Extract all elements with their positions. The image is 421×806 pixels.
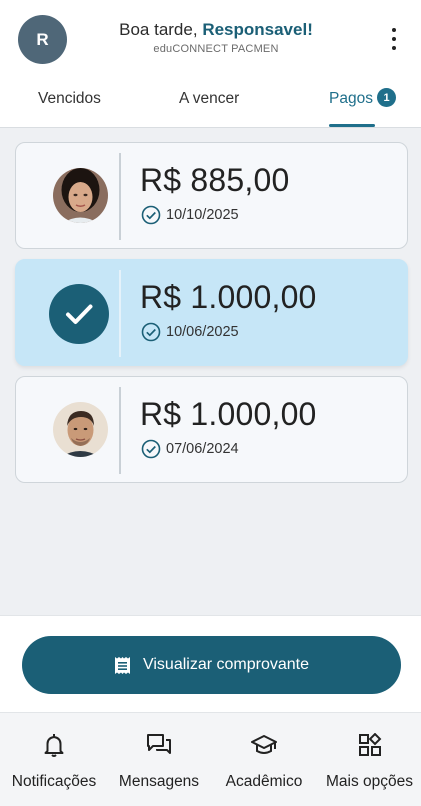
tab-badge: 1 — [377, 88, 396, 107]
action-panel: Visualizar comprovante — [0, 615, 421, 712]
nav-notificacoes[interactable]: Notificações — [0, 713, 108, 806]
app-subtitle: eduCONNECT PACMEN — [153, 43, 279, 55]
card-divider — [119, 270, 121, 357]
avatar[interactable]: R — [18, 15, 67, 64]
tab-vencidos[interactable]: Vencidos — [38, 90, 101, 108]
payment-card[interactable]: R$ 1.000,00 07/06/2024 — [15, 376, 408, 483]
nav-mensagens[interactable]: Mensagens — [108, 713, 210, 806]
card-divider — [119, 153, 121, 240]
nav-mais-opcoes[interactable]: Mais opções — [318, 713, 421, 806]
view-receipt-label: Visualizar comprovante — [142, 656, 309, 673]
student-avatar-photo — [53, 168, 108, 223]
tab-bar: Vencidos A vencer Pagos — [0, 76, 421, 128]
payment-date-row: 10/10/2025 — [141, 205, 239, 225]
nav-academico[interactable]: Acadêmico — [213, 713, 315, 806]
payment-date: 10/06/2025 — [166, 324, 239, 340]
more-vert-icon[interactable] — [386, 28, 402, 50]
nav-label: Notificações — [11, 773, 97, 790]
payment-amount: R$ 1.000,00 — [140, 279, 317, 315]
nav-label: Mensagens — [118, 773, 200, 790]
grid-icon — [358, 733, 381, 756]
tab-active-indicator — [329, 124, 375, 127]
tab-a-vencer[interactable]: A vencer — [179, 90, 239, 108]
greeting-text: Boa tarde, — [119, 20, 198, 39]
payment-amount: R$ 885,00 — [140, 162, 290, 198]
user-name: Responsavel! — [202, 20, 313, 39]
receipt-icon — [114, 656, 130, 674]
graduation-cap-icon — [251, 735, 277, 754]
check-circle-icon — [141, 205, 161, 225]
payment-date: 10/10/2025 — [166, 207, 239, 223]
nav-label: Acadêmico — [225, 773, 303, 790]
app-header: R Boa tarde, Responsavel! eduCONNECT PAC… — [0, 0, 421, 76]
chat-icon — [147, 734, 171, 754]
payment-date-row: 10/06/2025 — [141, 322, 239, 342]
check-circle-icon — [141, 439, 161, 459]
payment-date: 07/06/2024 — [166, 441, 239, 457]
bell-icon — [44, 734, 64, 757]
card-divider — [119, 387, 121, 474]
greeting: Boa tarde, Responsavel! — [100, 20, 332, 40]
view-receipt-button[interactable]: Visualizar comprovante — [22, 636, 401, 694]
payment-card[interactable]: R$ 885,00 10/10/2025 — [15, 142, 408, 249]
student-avatar-photo — [53, 402, 108, 457]
tab-pagos[interactable]: Pagos — [329, 90, 373, 108]
check-circle-icon — [141, 322, 161, 342]
payment-date-row: 07/06/2024 — [141, 439, 239, 459]
selected-check-icon — [49, 284, 109, 344]
payment-card[interactable]: R$ 1.000,00 10/06/2025 — [15, 259, 408, 366]
bottom-navigation: Notificações Mensagens Acadêmico Mais op… — [0, 712, 421, 806]
nav-label: Mais opções — [325, 773, 413, 790]
payment-amount: R$ 1.000,00 — [140, 396, 317, 432]
